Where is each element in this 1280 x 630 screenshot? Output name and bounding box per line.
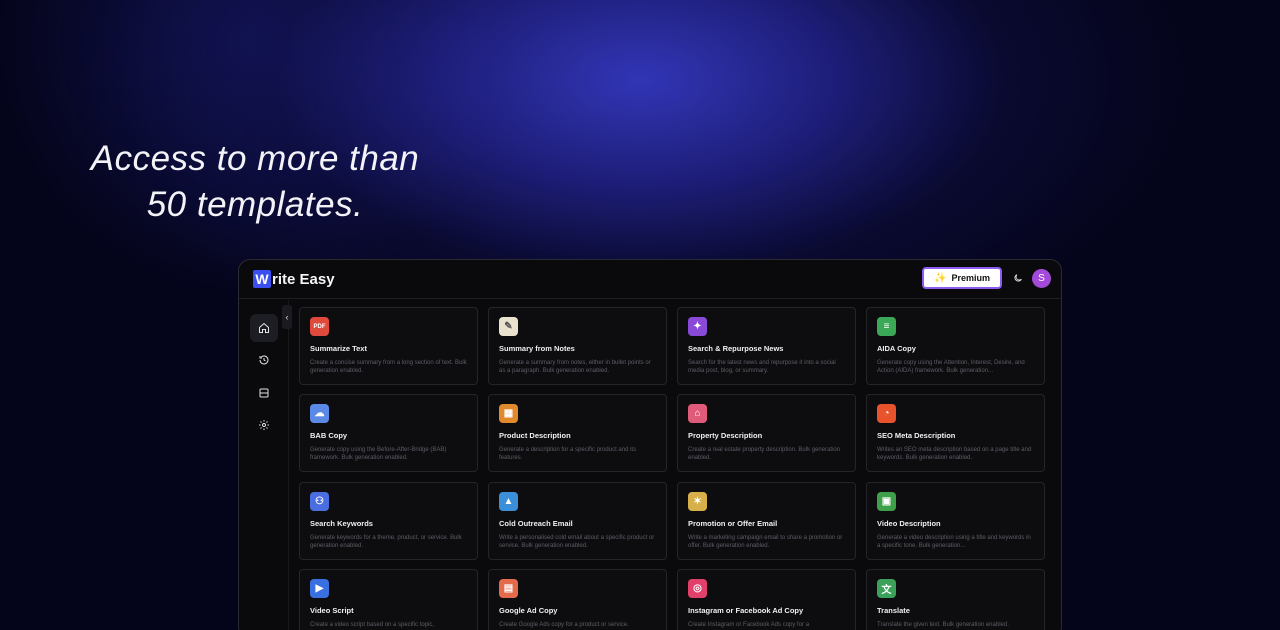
clapper-icon: ▶	[310, 579, 329, 598]
template-title: SEO Meta Description	[877, 431, 956, 440]
template-title: Cold Outreach Email	[499, 519, 573, 528]
news-icon: ✦	[688, 317, 707, 336]
template-card[interactable]: ▤ Google Ad Copy Create Google Ads copy fo…	[488, 569, 667, 630]
dark-mode-toggle[interactable]	[1008, 268, 1028, 288]
template-card[interactable]: ≡ AIDA Copy Generate copy using the Attent…	[866, 307, 1045, 385]
template-description: Generate a video description using a tit…	[877, 535, 1031, 549]
template-description: Translate the given text. Bulk generatio…	[877, 622, 1009, 628]
sidebar-item-history[interactable]	[250, 346, 278, 374]
user-avatar[interactable]: S	[1032, 268, 1051, 288]
template-title: Instagram or Facebook Ad Copy	[688, 606, 804, 615]
template-title: Product Description	[499, 431, 571, 440]
chevron-left-icon: ‹	[285, 312, 289, 322]
gear-icon	[259, 420, 269, 430]
template-description: Generate a summary from notes, either in…	[499, 360, 651, 374]
translate-icon: 文	[877, 579, 896, 598]
template-title: Search & Repurpose News	[688, 344, 784, 353]
cloud-icon: ☁	[310, 404, 329, 423]
template-title: Search Keywords	[310, 519, 373, 528]
template-card[interactable]: ✶ Promotion or Offer Email Write a marketi…	[677, 482, 856, 560]
app-window: W rite Easy ✨ Premium S ‹ PDF Summarize …	[238, 259, 1062, 630]
sidebar-item-settings[interactable]	[250, 411, 278, 439]
logo-mark: W	[253, 270, 271, 288]
template-card[interactable]: ◔ SEO Meta Description Writes an SEO meta …	[866, 394, 1045, 472]
archive-icon	[259, 388, 269, 398]
template-description: Create Instagram or Facebook Ads copy fo…	[688, 622, 810, 628]
sparkle-icon: ✨	[934, 272, 947, 284]
top-bar: W rite Easy ✨ Premium S	[239, 260, 1061, 299]
template-description: Write a personalised cold email about a …	[499, 535, 655, 549]
moon-icon	[1014, 274, 1022, 282]
template-title: Summary from Notes	[499, 344, 575, 353]
template-card[interactable]: ◎ Instagram or Facebook Ad Copy Create Ins…	[677, 569, 856, 630]
template-card[interactable]: ▣ Video Description Generate a video descr…	[866, 482, 1045, 560]
template-description: Generate keywords for a theme, product, …	[310, 535, 462, 549]
template-card[interactable]: ⌂ Property Description Create a real estat…	[677, 394, 856, 472]
layers-icon: ≡	[877, 317, 896, 336]
template-card[interactable]: ▶ Video Script Create a video script based…	[299, 569, 478, 630]
document-icon: ▤	[499, 579, 518, 598]
headline: Access to more than 50 templates.	[90, 139, 420, 224]
template-card[interactable]: ✎ Summary from Notes Generate a summary fr…	[488, 307, 667, 385]
template-description: Generate copy using the Before-After-Bri…	[310, 447, 447, 461]
template-title: AIDA Copy	[877, 344, 916, 353]
history-icon	[259, 355, 269, 365]
template-title: Property Description	[688, 431, 763, 440]
video-board-icon: ▣	[877, 492, 896, 511]
instagram-icon: ◎	[688, 579, 707, 598]
app-logo[interactable]: W rite Easy	[253, 270, 335, 288]
sidebar-item-saved[interactable]	[250, 379, 278, 407]
template-card[interactable]: 文 Translate Translate the given text. Bulk…	[866, 569, 1045, 630]
template-title: BAB Copy	[310, 431, 348, 440]
logo-text: rite Easy	[272, 270, 335, 288]
pdf-icon: PDF	[310, 317, 329, 336]
notepad-icon: ✎	[499, 317, 518, 336]
template-description: Create a real estate property descriptio…	[688, 447, 841, 461]
template-title: Google Ad Copy	[499, 606, 558, 615]
template-description: Generate copy using the Attention, Inter…	[877, 360, 1025, 374]
template-title: Promotion or Offer Email	[688, 519, 778, 528]
template-description: Generate a description for a specific pr…	[499, 447, 637, 461]
sidebar	[239, 300, 289, 630]
template-card[interactable]: ▲ Cold Outreach Email Write a personalised…	[488, 482, 667, 560]
template-card[interactable]: ✦ Search & Repurpose News Search for the l…	[677, 307, 856, 385]
template-description: Writes an SEO meta description based on …	[877, 447, 1032, 461]
sidebar-collapse-button[interactable]: ‹	[282, 305, 292, 329]
home-icon	[259, 322, 269, 333]
property-icon: ⌂	[688, 404, 707, 423]
sidebar-item-home[interactable]	[250, 314, 278, 342]
template-card[interactable]: ⚇ Search Keywords Generate keywords for a …	[299, 482, 478, 560]
template-card[interactable]: ☁ BAB Copy Generate copy using the Before-…	[299, 394, 478, 472]
template-description: Create Google Ads copy for a product or …	[499, 622, 629, 628]
seo-icon: ◔	[877, 404, 896, 423]
template-title: Translate	[877, 606, 910, 615]
boxes-icon: ▦	[499, 404, 518, 423]
mountain-icon: ▲	[499, 492, 518, 511]
template-description: Create a concise summary from a long sec…	[310, 360, 467, 374]
premium-label: Premium	[951, 273, 990, 283]
template-description: Create a video script based on a specifi…	[310, 622, 435, 628]
template-card[interactable]: PDF Summarize Text Create a concise summar…	[299, 307, 478, 385]
template-description: Search for the latest news and repurpose…	[688, 360, 836, 374]
megaphone-icon: ✶	[688, 492, 707, 511]
template-title: Video Script	[310, 606, 354, 615]
premium-button[interactable]: ✨ Premium	[922, 267, 1002, 289]
template-title: Video Description	[877, 519, 941, 528]
template-description: Write a marketing campaign email to shar…	[688, 535, 843, 549]
template-title: Summarize Text	[310, 344, 367, 353]
people-icon: ⚇	[310, 492, 329, 511]
template-card[interactable]: ▦ Product Description Generate a descripti…	[488, 394, 667, 472]
